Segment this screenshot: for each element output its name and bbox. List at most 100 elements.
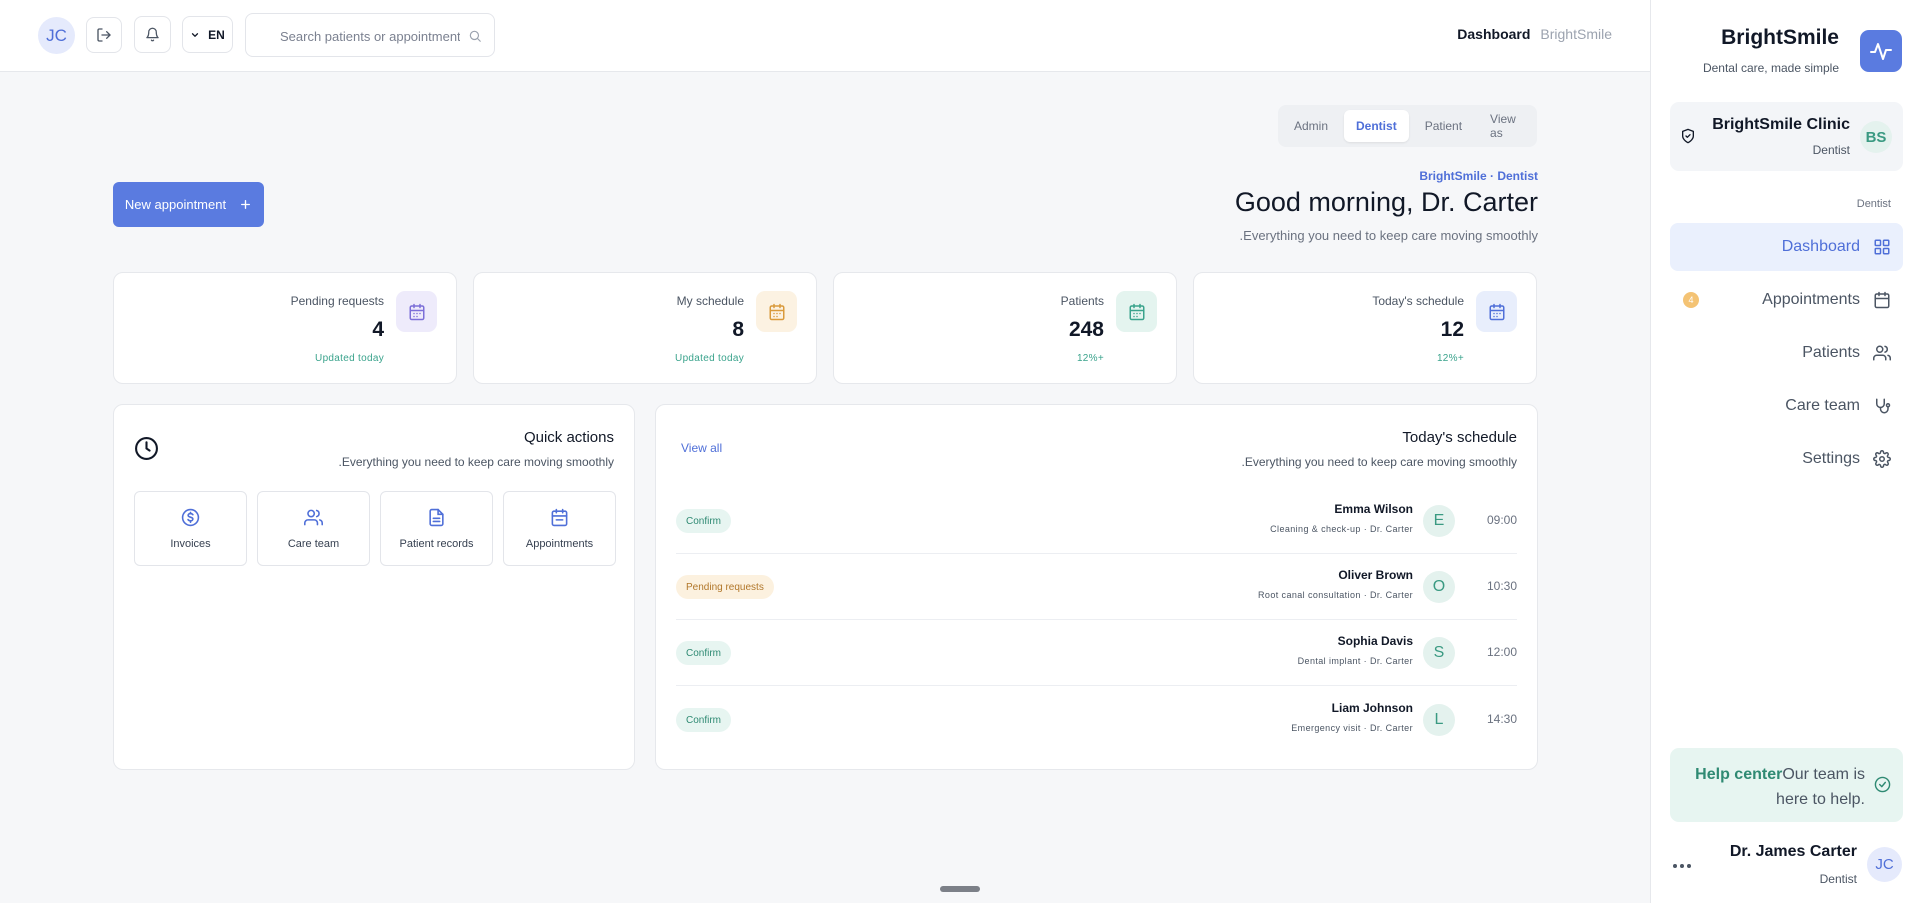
top-bar: JC EN Dashboard BrightSmile — [0, 0, 1650, 72]
patient-avatar: S — [1423, 637, 1455, 669]
notifications-button[interactable] — [134, 16, 171, 53]
stethoscope-icon — [1873, 397, 1891, 415]
logout-button[interactable] — [86, 17, 122, 53]
calendar-icon — [1873, 291, 1891, 309]
clock-icon — [135, 437, 158, 460]
main-area: JC EN Dashboard BrightSmile — [0, 0, 1650, 903]
calendar-icon — [504, 508, 615, 527]
help-center-message: Our team is here to help. — [1776, 766, 1865, 808]
sidebar-item-patients[interactable]: Patients — [1670, 329, 1903, 377]
clinic-avatar: BS — [1860, 121, 1892, 153]
shield-check-icon — [1680, 128, 1696, 144]
clinic-switcher[interactable]: BrightSmile Clinic Dentist BS — [1670, 102, 1903, 171]
user-role: Dentist — [1819, 872, 1857, 886]
pulse-icon — [1860, 30, 1902, 72]
plus-icon — [241, 200, 251, 209]
schedule-subtitle: .Everything you need to keep care moving… — [1241, 455, 1517, 469]
appointment-detail: Cleaning & check-up · Dr. Carter — [1270, 524, 1413, 534]
table-row[interactable]: Confirm Sophia Davis Dental implant · Dr… — [676, 620, 1517, 686]
search-input[interactable] — [280, 26, 460, 46]
scrollbar-handle[interactable] — [940, 886, 980, 892]
new-appointment-label: New appointment — [124, 197, 227, 212]
sidebar-item-appointments[interactable]: 4 Appointments — [1670, 276, 1903, 324]
stat-value: 4 — [372, 318, 384, 341]
sidebar-item-label: Patients — [1802, 344, 1860, 361]
breadcrumb-app[interactable]: BrightSmile — [1540, 26, 1612, 42]
appointment-time: 10:30 — [1486, 579, 1517, 593]
tab-patient[interactable]: Patient — [1413, 110, 1474, 142]
stat-label: Patients — [1060, 294, 1104, 308]
tab-dentist[interactable]: Dentist — [1344, 110, 1409, 142]
status-badge[interactable]: Confirm — [676, 509, 732, 533]
quick-action-appointments[interactable]: Appointments — [503, 491, 616, 566]
status-badge[interactable]: Confirm — [676, 641, 732, 665]
bell-icon — [146, 27, 159, 42]
chevron-down-icon — [192, 32, 199, 37]
user-name: Dr. James Carter — [1729, 843, 1857, 860]
appointments-count-badge: 4 — [1683, 292, 1699, 308]
quick-action-label: Care team — [287, 538, 340, 550]
table-row[interactable]: Pending requests Oliver Brown Root canal… — [676, 554, 1517, 620]
new-appointment-button[interactable]: New appointment — [113, 182, 264, 227]
quick-actions-title: Quick actions — [523, 429, 614, 446]
stat-card-todays-schedule[interactable]: Today's schedule 12 12%+ — [1193, 272, 1537, 384]
user-avatar[interactable]: JC — [1867, 847, 1902, 882]
page-eyebrow: BrightSmile · Dentist — [1419, 169, 1538, 183]
quick-actions-subtitle: .Everything you need to keep care moving… — [338, 455, 614, 469]
sidebar-item-settings[interactable]: Settings — [1670, 435, 1903, 483]
sidebar-item-label: Dashboard — [1781, 238, 1860, 255]
stat-card-pending-requests[interactable]: Pending requests 4 Updated today — [113, 272, 457, 384]
quick-action-patient-records[interactable]: Patient records — [380, 491, 493, 566]
stat-label: Today's schedule — [1372, 294, 1464, 308]
status-badge[interactable]: Confirm — [676, 708, 732, 732]
page-title: Good morning, Dr. Carter — [1234, 187, 1538, 217]
stat-sub: Updated today — [675, 353, 744, 364]
sidebar-item-care-team[interactable]: Care team — [1670, 382, 1903, 430]
table-row[interactable]: Confirm Emma Wilson Cleaning & check-up … — [676, 488, 1517, 554]
file-icon — [381, 508, 492, 527]
grid-icon — [1873, 238, 1891, 256]
view-all-link[interactable]: View all — [681, 441, 722, 455]
stat-value: 248 — [1068, 318, 1104, 341]
status-badge[interactable]: Pending requests — [676, 575, 774, 599]
sidebar-item-label: Settings — [1802, 450, 1860, 467]
appointment-time: 12:00 — [1486, 645, 1517, 659]
stat-sub: 12%+ — [1076, 353, 1104, 364]
quick-action-label: Appointments — [525, 538, 594, 550]
more-options-icon[interactable] — [1672, 863, 1692, 869]
help-center-card[interactable]: Help centerOur team is here to help. — [1670, 748, 1903, 822]
quick-action-care-team[interactable]: Care team — [257, 491, 370, 566]
stat-card-patients[interactable]: Patients 248 12%+ — [833, 272, 1177, 384]
help-center-title: Help center — [1695, 766, 1783, 783]
patient-avatar: O — [1423, 571, 1455, 603]
patient-name: Sophia Davis — [1337, 634, 1413, 648]
appointment-time: 09:00 — [1486, 513, 1517, 527]
sidebar-item-label: Care team — [1785, 397, 1860, 414]
stat-card-my-schedule[interactable]: My schedule 8 Updated today — [473, 272, 817, 384]
quick-action-invoices[interactable]: Invoices — [134, 491, 247, 566]
schedule-title: Today's schedule — [1402, 429, 1517, 446]
patient-name: Emma Wilson — [1334, 502, 1413, 516]
table-row[interactable]: Confirm Liam Johnson Emergency visit · D… — [676, 687, 1517, 753]
search-box[interactable] — [245, 13, 495, 57]
calendar-icon — [1476, 291, 1517, 332]
role-tabs: Admin Dentist Patient View as — [1278, 105, 1537, 147]
tab-view-as[interactable]: View as — [1478, 110, 1533, 142]
tab-admin[interactable]: Admin — [1282, 110, 1340, 142]
stat-value: 8 — [732, 318, 744, 341]
breadcrumb: Dashboard BrightSmile — [1457, 26, 1612, 42]
schedule-panel: View all Today's schedule .Everything yo… — [655, 404, 1538, 770]
appointment-time: 14:30 — [1486, 712, 1517, 726]
check-circle-icon — [1874, 776, 1891, 793]
stat-value: 12 — [1440, 318, 1464, 341]
brand-tagline: Dental care, made simple — [1702, 61, 1839, 75]
calendar-icon — [396, 291, 437, 332]
language-label: EN — [208, 27, 225, 42]
language-select[interactable]: EN — [182, 16, 233, 53]
quick-actions-panel: Quick actions .Everything you need to ke… — [113, 404, 635, 770]
sidebar-item-label: Appointments — [1762, 291, 1860, 308]
appointment-detail: Root canal consultation · Dr. Carter — [1258, 590, 1413, 600]
sidebar-item-dashboard[interactable]: Dashboard — [1670, 223, 1903, 271]
patient-avatar: L — [1423, 704, 1455, 736]
avatar[interactable]: JC — [38, 17, 75, 54]
